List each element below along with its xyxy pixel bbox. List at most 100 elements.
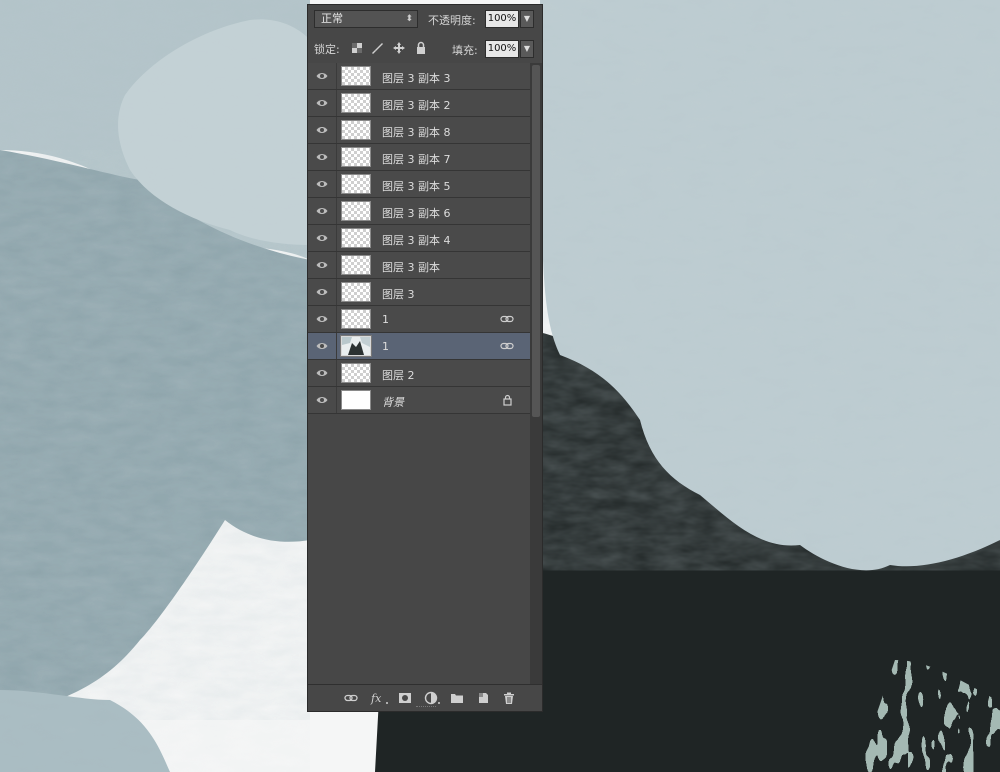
- link-layers-icon[interactable]: [344, 691, 358, 705]
- layer-row[interactable]: 图层 3 副本 4: [308, 225, 530, 252]
- opacity-label: 不透明度:: [428, 14, 476, 27]
- delete-layer-trash-icon[interactable]: [502, 691, 516, 705]
- layer-row[interactable]: 1: [308, 306, 530, 333]
- layer-thumbnail[interactable]: [341, 282, 371, 302]
- panel-resize-grip[interactable]: [416, 706, 436, 710]
- lock-image-pixels-brush-icon[interactable]: [370, 41, 384, 55]
- layer-name: 图层 3 副本 6: [382, 207, 451, 220]
- layer-row[interactable]: 背景: [308, 387, 530, 414]
- visibility-eye-icon[interactable]: [316, 71, 328, 81]
- visibility-eye-icon[interactable]: [316, 395, 328, 405]
- layer-thumbnail[interactable]: [341, 228, 371, 248]
- layer-thumbnail[interactable]: [341, 93, 371, 113]
- visibility-eye-icon[interactable]: [316, 206, 328, 216]
- layer-thumbnail[interactable]: [341, 255, 371, 275]
- eye-separator: [336, 63, 337, 89]
- visibility-eye-icon[interactable]: [316, 233, 328, 243]
- select-arrows-icon: ⬍: [405, 14, 413, 24]
- layer-thumbnail[interactable]: [341, 201, 371, 221]
- layer-row[interactable]: 图层 3 副本 7: [308, 144, 530, 171]
- link-icon: [500, 342, 514, 350]
- visibility-eye-icon[interactable]: [316, 98, 328, 108]
- layer-thumbnail[interactable]: [340, 335, 372, 357]
- opacity-input[interactable]: 100%: [485, 10, 519, 28]
- fill-dropdown-button[interactable]: ▼: [520, 40, 534, 58]
- fill-input[interactable]: 100%: [485, 40, 519, 58]
- layer-name: 1: [382, 340, 389, 353]
- chevron-down-icon: ▼: [523, 44, 531, 53]
- layer-row[interactable]: 图层 3: [308, 279, 530, 306]
- lock-all-icon[interactable]: [414, 41, 428, 55]
- eye-separator: [336, 387, 337, 413]
- layers-toolbar: fx: [308, 684, 542, 711]
- layer-thumbnail[interactable]: [341, 66, 371, 86]
- visibility-eye-icon[interactable]: [316, 341, 328, 351]
- visibility-eye-icon[interactable]: [316, 314, 328, 324]
- blend-mode-value: 正常: [321, 12, 343, 25]
- layers-panel: 正常 ⬍ 不透明度: 100% ▼ 锁定: 填充: 100% ▼ 图层 3 副本…: [307, 4, 543, 712]
- layer-thumbnail[interactable]: [341, 147, 371, 167]
- adjustment-layer-icon[interactable]: [424, 691, 442, 705]
- layer-name: 图层 3 副本 7: [382, 153, 451, 166]
- layer-row[interactable]: 1: [308, 333, 530, 360]
- lock-transparent-pixels-icon[interactable]: [350, 41, 364, 55]
- eye-separator: [336, 306, 337, 332]
- eye-separator: [336, 90, 337, 116]
- layer-name: 图层 2: [382, 369, 415, 382]
- blend-mode-select[interactable]: 正常 ⬍: [314, 10, 418, 28]
- layer-name: 图层 3 副本 2: [382, 99, 451, 112]
- opacity-dropdown-button[interactable]: ▼: [520, 10, 534, 28]
- layer-thumbnail[interactable]: [341, 390, 371, 410]
- layer-name: 图层 3 副本 3: [382, 72, 451, 85]
- eye-separator: [336, 360, 337, 386]
- visibility-eye-icon[interactable]: [316, 368, 328, 378]
- layer-name: 图层 3 副本 4: [382, 234, 451, 247]
- link-icon: [500, 315, 514, 323]
- eye-separator: [336, 252, 337, 278]
- chevron-down-icon: ▼: [523, 14, 531, 23]
- visibility-eye-icon[interactable]: [316, 152, 328, 162]
- add-mask-icon[interactable]: [398, 691, 412, 705]
- layer-name: 图层 3 副本 5: [382, 180, 451, 193]
- eye-separator: [336, 144, 337, 170]
- layer-thumbnail[interactable]: [341, 363, 371, 383]
- new-group-folder-icon[interactable]: [450, 691, 464, 705]
- layer-name: 1: [382, 313, 389, 326]
- eye-separator: [336, 171, 337, 197]
- layer-name: 图层 3: [382, 288, 415, 301]
- layer-name: 背景: [382, 396, 404, 409]
- layer-row[interactable]: 图层 3 副本 8: [308, 117, 530, 144]
- fill-label: 填充:: [452, 44, 478, 57]
- layer-thumbnail[interactable]: [341, 174, 371, 194]
- eye-separator: [336, 117, 337, 143]
- lock-icon: [503, 394, 512, 406]
- eye-separator: [336, 333, 337, 359]
- visibility-eye-icon[interactable]: [316, 125, 328, 135]
- layer-name: 图层 3 副本 8: [382, 126, 451, 139]
- visibility-eye-icon[interactable]: [316, 287, 328, 297]
- visibility-eye-icon[interactable]: [316, 179, 328, 189]
- visibility-eye-icon[interactable]: [316, 260, 328, 270]
- layer-list-scrollbar[interactable]: [530, 63, 542, 685]
- svg-text:fx: fx: [370, 692, 382, 705]
- layer-row[interactable]: 图层 3 副本 6: [308, 198, 530, 225]
- layer-thumbnail[interactable]: [341, 309, 371, 329]
- layer-row[interactable]: 图层 3 副本: [308, 252, 530, 279]
- layer-row[interactable]: 图层 3 副本 5: [308, 171, 530, 198]
- scrollbar-thumb[interactable]: [532, 65, 540, 417]
- eye-separator: [336, 279, 337, 305]
- lock-label: 锁定:: [314, 43, 340, 56]
- layer-name: 图层 3 副本: [382, 261, 440, 274]
- layer-thumbnail[interactable]: [341, 120, 371, 140]
- layer-row[interactable]: 图层 2: [308, 360, 530, 387]
- layer-row[interactable]: 图层 3 副本 3: [308, 63, 530, 90]
- blend-row: 正常 ⬍ 不透明度: 100% ▼: [308, 7, 542, 33]
- layer-list: 图层 3 副本 3 图层 3 副本 2 图层 3 副本 8 图层 3 副本 7 图层 3…: [308, 63, 530, 414]
- layer-row[interactable]: 图层 3 副本 2: [308, 90, 530, 117]
- lock-row: 锁定: 填充: 100% ▼: [308, 35, 542, 64]
- eye-separator: [336, 198, 337, 224]
- eye-separator: [336, 225, 337, 251]
- lock-position-move-icon[interactable]: [392, 41, 406, 55]
- new-layer-icon[interactable]: [476, 691, 490, 705]
- layer-style-fx-icon[interactable]: fx: [370, 691, 390, 705]
